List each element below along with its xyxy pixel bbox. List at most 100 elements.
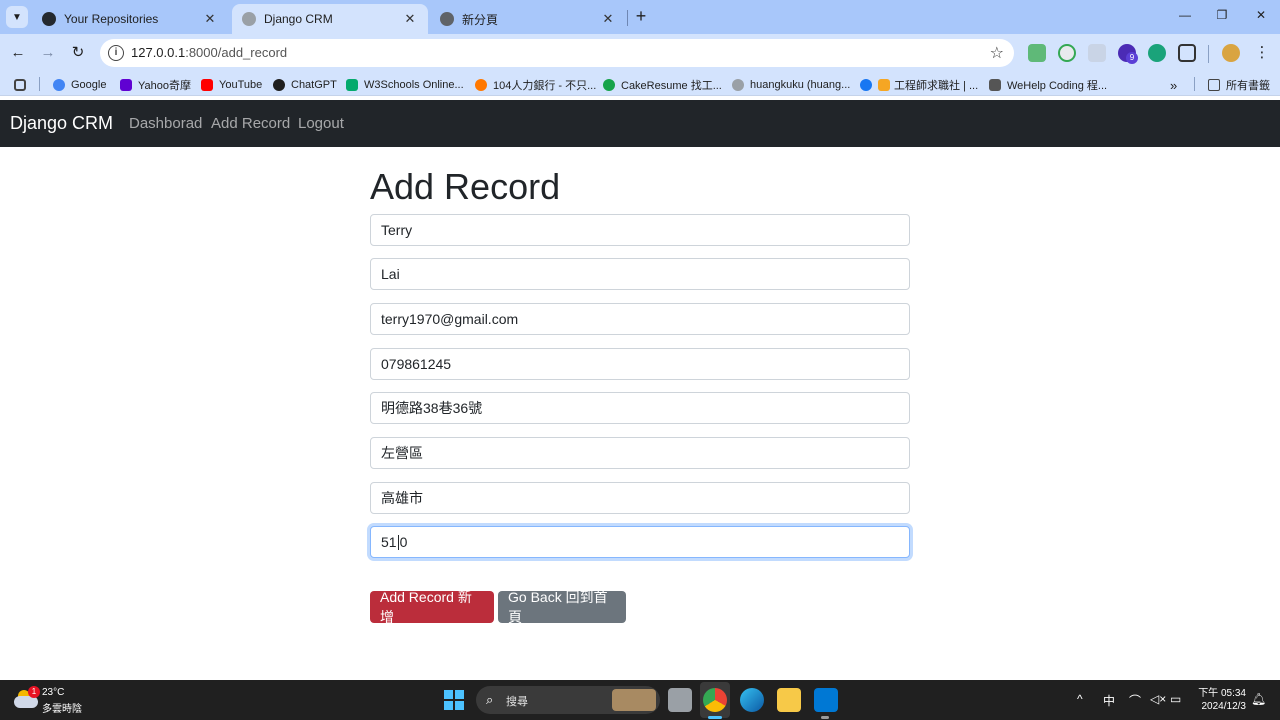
all-bookmarks[interactable]: 所有書籤 xyxy=(1208,77,1270,93)
bookmark-chatgpt[interactable]: ChatGPT xyxy=(273,77,337,93)
tab-new-tab[interactable]: 新分頁 ✕ xyxy=(430,4,626,34)
vscode-icon[interactable] xyxy=(814,688,838,712)
bookmark-label: YouTube xyxy=(219,79,263,91)
go-back-button[interactable]: Go Back 回到首頁 xyxy=(498,589,626,625)
edge-icon[interactable] xyxy=(740,688,764,712)
state-field[interactable]: 高雄市 xyxy=(370,482,910,514)
nav-link-dashboard[interactable]: Dashborad xyxy=(129,115,202,132)
address-field[interactable]: 明德路38巷36號 xyxy=(370,392,910,424)
phone-field[interactable]: 079861245 xyxy=(370,348,910,380)
bookmark-github-huangkuku[interactable]: huangkuku (huang... xyxy=(732,77,850,93)
tab-divider xyxy=(627,10,628,26)
toolbar-divider xyxy=(1208,45,1209,63)
globe-icon xyxy=(242,12,256,26)
group-icon xyxy=(878,79,890,91)
weather-description[interactable]: 多雲時陰 xyxy=(42,700,82,715)
extension-eye-icon[interactable] xyxy=(1148,44,1166,62)
bookmark-label: huangkuku (huang... xyxy=(750,79,851,91)
bookmark-engineer-group[interactable]: 工程師求職社 | ... xyxy=(860,77,978,93)
url-text[interactable]: 127.0.0.1:8000/add_record xyxy=(131,45,287,60)
bookmark-104[interactable]: 104人力銀行 - 不只... xyxy=(475,77,596,93)
zipcode-value-end: 0 xyxy=(399,534,408,550)
task-view-icon[interactable] xyxy=(668,688,692,712)
search-placeholder: 搜尋 xyxy=(506,696,528,708)
extensions-puzzle-icon[interactable] xyxy=(1178,44,1196,62)
tab-title: 新分頁 xyxy=(462,12,499,27)
bookmark-label: Yahoo奇摩 xyxy=(138,80,191,92)
bookmark-cakeresume[interactable]: CakeResume 找工... xyxy=(603,77,722,93)
tab-django-crm[interactable]: Django CRM ✕ xyxy=(232,4,428,34)
ime-indicator[interactable]: 中 xyxy=(1103,692,1115,709)
email-field[interactable]: terry1970@gmail.com xyxy=(370,303,910,335)
folder-icon xyxy=(1208,79,1220,91)
minimize-icon[interactable]: — xyxy=(1176,8,1194,22)
profile-avatar[interactable] xyxy=(1222,44,1240,62)
close-tab-icon[interactable]: ✕ xyxy=(402,11,418,27)
close-window-icon[interactable]: ✕ xyxy=(1252,8,1270,22)
bookmark-star-icon[interactable]: ☆ xyxy=(990,43,1004,63)
extension-grid-icon[interactable] xyxy=(1088,44,1106,62)
bookmark-yahoo[interactable]: Yahoo奇摩 xyxy=(120,77,191,93)
tab-your-repositories[interactable]: Your Repositories ✕ xyxy=(32,4,228,34)
bookmark-wehelp[interactable]: WeHelp Coding 程... xyxy=(989,77,1107,93)
state-value: 高雄市 xyxy=(381,490,423,506)
chrome-icon[interactable] xyxy=(703,688,727,712)
bookmark-w3schools[interactable]: W3Schools Online... xyxy=(346,77,464,93)
last-name-field[interactable]: Lai xyxy=(370,258,910,290)
close-tab-icon[interactable]: ✕ xyxy=(202,11,218,27)
bookmark-google[interactable]: Google xyxy=(53,77,106,93)
system-clock[interactable]: 下午 05:34 2024/12/3 xyxy=(1196,687,1246,713)
search-icon: ⌕ xyxy=(486,692,494,707)
bookmark-label: 104人力銀行 - 不只... xyxy=(493,80,597,92)
close-tab-icon[interactable]: ✕ xyxy=(600,11,616,27)
back-arrow-icon[interactable]: ← xyxy=(7,42,29,64)
extension-mail-icon[interactable] xyxy=(1028,44,1046,62)
extension-count-badge: 9 xyxy=(1126,52,1138,64)
url-path: :8000/add_record xyxy=(185,45,288,60)
battery-icon[interactable]: ▭ xyxy=(1170,692,1181,706)
new-tab-plus-icon[interactable]: + xyxy=(632,6,650,28)
github-icon xyxy=(42,12,56,26)
tab-search-chevron-icon[interactable]: ▼ xyxy=(6,6,28,28)
show-hidden-icons-chevron-icon[interactable]: ^ xyxy=(1077,692,1083,706)
notification-bell-icon[interactable]: 🔔︎ xyxy=(1251,692,1266,706)
bookmark-youtube[interactable]: YouTube xyxy=(201,77,262,93)
site-navbar: Django CRM Dashborad Add Record Logout xyxy=(0,100,1280,147)
chatgpt-icon xyxy=(273,79,285,91)
add-record-button[interactable]: Add Record 新增 xyxy=(370,589,494,625)
reload-icon[interactable]: ↻ xyxy=(67,42,89,64)
speaker-muted-icon[interactable]: ◁× xyxy=(1150,692,1166,706)
apps-grid-icon[interactable] xyxy=(14,77,26,93)
w3schools-icon xyxy=(346,79,358,91)
file-explorer-icon[interactable] xyxy=(777,688,801,712)
browser-menu-icon[interactable]: ⋮ xyxy=(1251,42,1273,64)
windows-start-icon[interactable] xyxy=(444,690,464,710)
bookmark-label: CakeResume 找工... xyxy=(621,80,722,92)
taskbar-search[interactable]: ⌕ 搜尋 xyxy=(476,686,660,714)
restore-icon[interactable]: ❐ xyxy=(1213,8,1231,22)
104-icon xyxy=(475,79,487,91)
page-title: Add Record xyxy=(370,166,561,207)
site-info-icon[interactable]: i xyxy=(108,45,124,61)
navbar-brand[interactable]: Django CRM xyxy=(10,113,113,134)
nav-link-add-record[interactable]: Add Record xyxy=(211,115,290,132)
bookmark-label: ChatGPT xyxy=(291,79,337,91)
more-bookmarks-chevron-icon[interactable]: » xyxy=(1170,77,1177,93)
address-bar[interactable]: i 127.0.0.1:8000/add_record ☆ xyxy=(100,39,1014,67)
bookmark-label: WeHelp Coding 程... xyxy=(1007,80,1108,92)
wifi-icon[interactable]: ⌒ xyxy=(1129,692,1141,709)
weather-temperature[interactable]: 23°C xyxy=(42,687,64,698)
chrome-running-indicator xyxy=(708,716,722,719)
first-name-field[interactable]: Terry xyxy=(370,214,910,246)
bookmark-label: W3Schools Online... xyxy=(364,79,464,91)
url-host: 127.0.0.1 xyxy=(131,45,186,60)
zipcode-field[interactable]: 51 0 xyxy=(370,526,910,558)
nav-link-logout[interactable]: Logout xyxy=(298,115,344,132)
windows-taskbar: 1 23°C 多雲時陰 ⌕ 搜尋 ^ 中 ⌒ ◁× ▭ 下午 05:34 202… xyxy=(0,680,1280,720)
extension-google-icon[interactable] xyxy=(1058,44,1076,62)
wehelp-icon xyxy=(989,79,1001,91)
clock-time: 下午 05:34 xyxy=(1198,688,1246,699)
address-value: 明德路38巷36號 xyxy=(381,400,483,416)
city-field[interactable]: 左營區 xyxy=(370,437,910,469)
forward-arrow-icon[interactable]: → xyxy=(37,42,59,64)
